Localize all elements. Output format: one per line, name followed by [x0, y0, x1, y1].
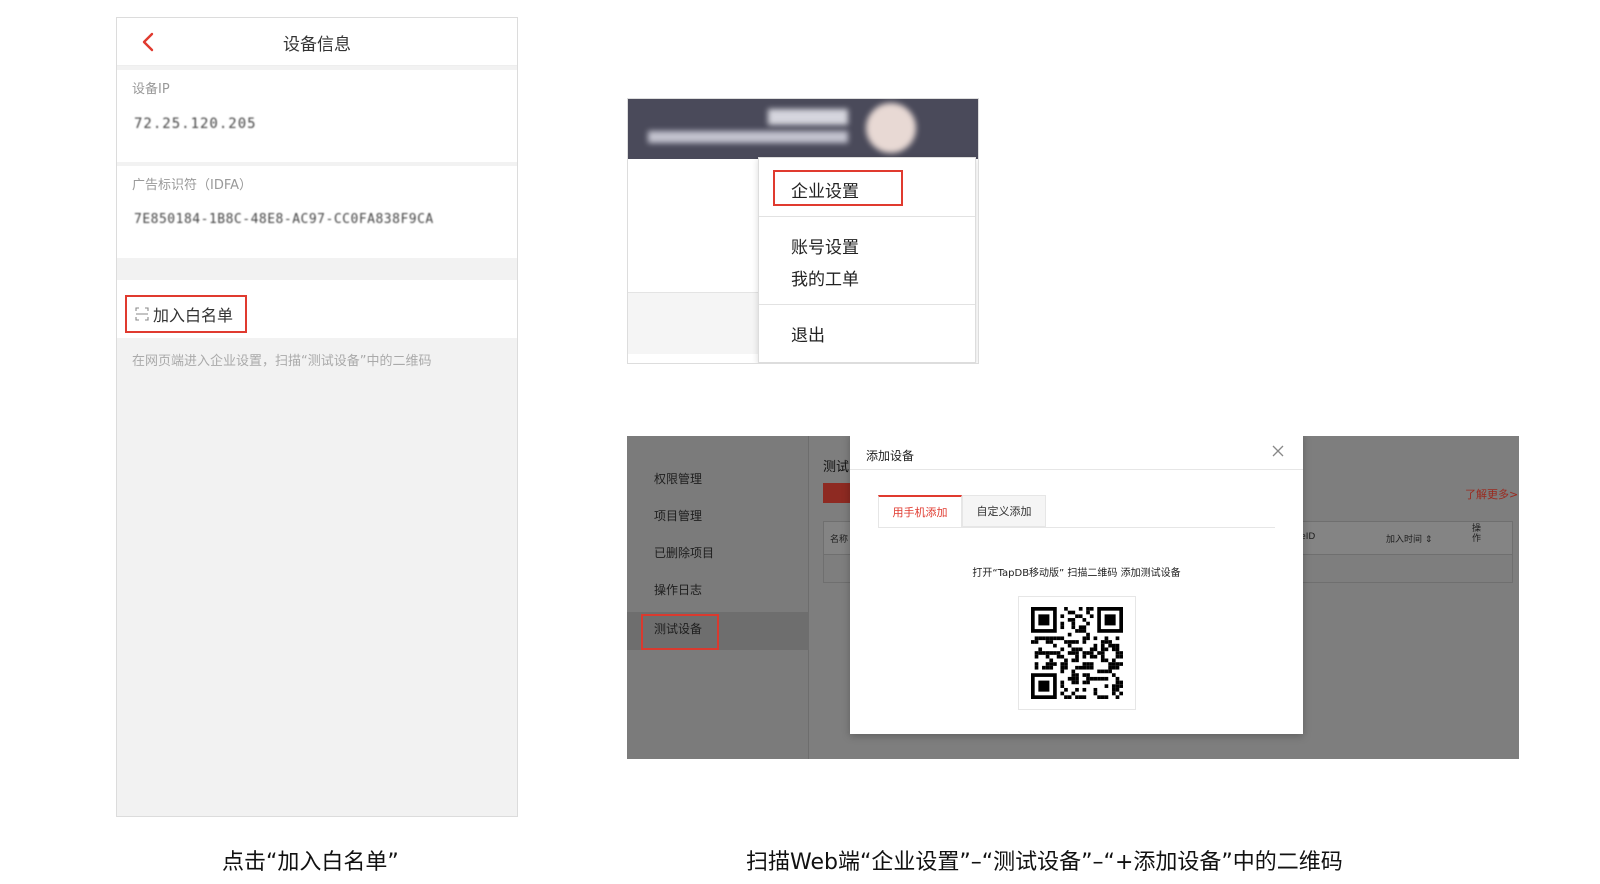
tab-phone-add[interactable]: 用手机添加 — [878, 495, 962, 527]
tab-underline — [878, 527, 1275, 528]
scan-icon — [135, 307, 149, 321]
scan-instruction: 打开“TapDB移动版” 扫描二维码 添加测试设备 — [972, 568, 1181, 579]
blurred-email — [648, 131, 848, 143]
page-title: 设备信息 — [283, 35, 351, 55]
phone-screen: 设备信息 设备IP 72.25.120.205 广告标识符（IDFA） 7E85… — [116, 17, 518, 817]
caption-right: 扫描Web端“企业设置”–“测试设备”–“+添加设备”中的二维码 — [746, 850, 1343, 875]
menu-item-my-tickets[interactable]: 我的工单 — [791, 265, 859, 290]
column-name: 名称 — [830, 535, 849, 545]
content-title: 测试 — [823, 460, 850, 475]
caption-left: 点击“加入白名单” — [222, 850, 399, 875]
add-whitelist-label: 加入白名单 — [153, 306, 234, 325]
idfa-card: 广告标识符（IDFA） 7E850184-1B8C-48E8-AC97-CC0F… — [117, 166, 517, 258]
modal-divider — [850, 469, 1303, 470]
menu-item-account-settings[interactable]: 账号设置 — [791, 233, 859, 258]
top-header — [628, 99, 978, 159]
modal-title: 添加设备 — [866, 449, 915, 463]
ip-card: 设备IP 72.25.120.205 — [117, 70, 517, 162]
idfa-value: 7E850184-1B8C-48E8-AC97-CC0FA838F9CA — [134, 212, 434, 227]
idfa-label: 广告标识符（IDFA） — [132, 178, 253, 193]
ip-value: 72.25.120.205 — [134, 116, 257, 132]
ip-label: 设备IP — [132, 82, 170, 97]
learn-more-link[interactable]: 了解更多> — [1465, 486, 1518, 502]
sidebar-item-deleted-projects[interactable]: 已删除项目 — [654, 544, 714, 561]
blurred-username — [768, 109, 848, 125]
highlight-box — [773, 170, 903, 206]
sidebar-item-operation-log[interactable]: 操作日志 — [654, 581, 702, 598]
background-panel-lower — [628, 292, 758, 354]
tab-custom-add[interactable]: 自定义添加 — [962, 495, 1046, 527]
nav-bar: 设备信息 — [117, 18, 517, 66]
sidebar-item-projects[interactable]: 项目管理 — [654, 507, 702, 524]
highlight-box — [641, 614, 719, 650]
column-actions: 操作 — [1472, 524, 1482, 544]
hint-text: 在网页端进入企业设置，扫描“测试设备”中的二维码 — [132, 354, 432, 369]
sidebar-item-permissions[interactable]: 权限管理 — [654, 470, 702, 487]
menu-item-logout[interactable]: 退出 — [791, 321, 825, 346]
web-test-device-screenshot: 权限管理 项目管理 已删除项目 操作日志 测试设备 测试 了解更多> 名称 gl… — [627, 436, 1519, 759]
menu-divider — [759, 216, 975, 217]
qr-code — [1031, 607, 1123, 699]
column-join-time[interactable]: 加入时间 ⇕ — [1386, 532, 1432, 545]
menu-divider — [759, 304, 975, 305]
avatar[interactable] — [866, 103, 916, 153]
add-whitelist-button[interactable]: 加入白名单 — [125, 295, 247, 333]
sidebar: 权限管理 项目管理 已删除项目 操作日志 测试设备 — [627, 436, 809, 759]
qr-code-frame — [1018, 596, 1136, 710]
account-dropdown-screenshot: 企业设置 账号设置 我的工单 退出 — [627, 98, 979, 364]
add-device-button[interactable] — [823, 483, 853, 503]
dropdown-menu: 企业设置 账号设置 我的工单 退出 — [758, 157, 976, 363]
close-icon[interactable] — [1270, 443, 1286, 459]
add-device-modal: 添加设备 用手机添加 自定义添加 打开“TapDB移动版” 扫描二维码 添加测试… — [850, 436, 1303, 734]
